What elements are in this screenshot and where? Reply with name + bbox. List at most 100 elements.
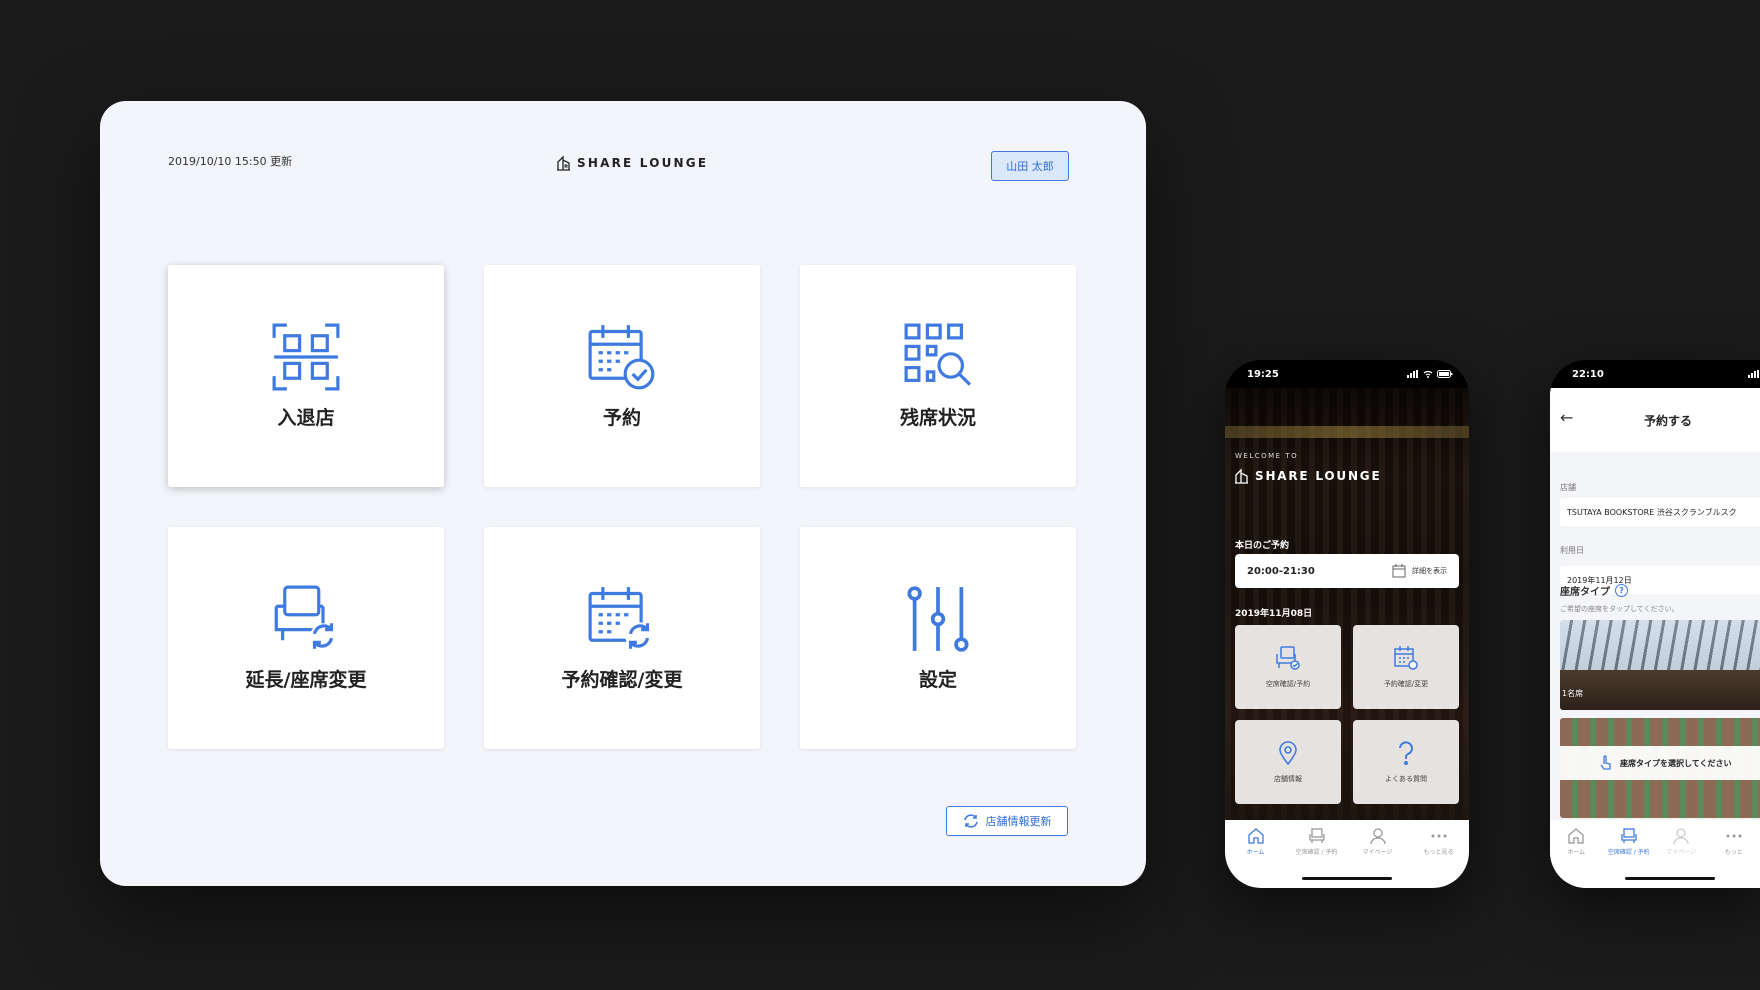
back-arrow-icon[interactable]: ←: [1560, 408, 1573, 427]
person-icon: [1673, 827, 1689, 844]
tab-home[interactable]: ホーム: [1227, 827, 1285, 856]
help-icon[interactable]: ?: [1615, 584, 1628, 597]
more-icon: [1431, 834, 1446, 837]
tablet-screen: 2019/10/10 15:50 更新 SHARE LOUNGE 山田 太郎 入…: [100, 101, 1146, 886]
reservation-confirm-card[interactable]: 予約確認/変更: [484, 527, 760, 749]
reservation-time: 20:00-21:30: [1247, 565, 1315, 577]
tab-seat-reservation[interactable]: 空席確認 / 予約: [1288, 827, 1346, 856]
seat-check-icon: [1276, 646, 1300, 670]
welcome-text: WELCOME TO: [1235, 452, 1299, 460]
tab-home[interactable]: ホーム: [1550, 827, 1603, 856]
tab-bar: ホーム 空席確認 / 予約 マイページ もっと: [1550, 820, 1760, 862]
status-time: 22:10: [1572, 368, 1604, 380]
calendar-icon: [1392, 564, 1406, 578]
date-heading: 2019年11月08日: [1235, 609, 1313, 619]
more-icon: [1726, 834, 1742, 837]
seat-availability-card[interactable]: 残席状況: [800, 265, 1076, 487]
sliders-icon: [907, 585, 969, 652]
tile-label: 店舗情報: [1274, 775, 1302, 783]
home-indicator-area: [1225, 862, 1469, 888]
home-icon: [1568, 827, 1584, 844]
seat-hint: ご希望の座席をタップしてください。: [1560, 605, 1679, 613]
reservation-card[interactable]: 予約: [484, 265, 760, 487]
seat-type-heading: 座席タイプ ?: [1560, 583, 1628, 598]
share-lounge-logo: SHARE LOUNGE: [557, 155, 708, 171]
tab-more[interactable]: もっと見る: [1410, 827, 1468, 856]
tab-seat-reservation[interactable]: 空席確認 / 予約: [1603, 827, 1656, 856]
card-label: 予約: [602, 406, 641, 429]
wifi-icon: [1423, 370, 1433, 378]
tab-my-page[interactable]: マイページ: [1655, 827, 1708, 856]
building-logo-icon: [1235, 468, 1248, 484]
seat-type-label: 1名席: [1562, 689, 1584, 698]
page-title: 予約する: [1644, 414, 1693, 428]
signal-icon: [1748, 370, 1759, 378]
tab-label: もっと見る: [1423, 848, 1454, 856]
tab-more[interactable]: もっと: [1708, 827, 1760, 856]
home-icon: [1247, 827, 1264, 844]
question-icon: [1399, 741, 1413, 765]
seat-refresh-icon: [274, 585, 336, 649]
extend-change-seat-card[interactable]: 延長/座席変更: [168, 527, 444, 749]
tab-bar: ホーム 空席確認 / 予約 マイページ もっと見る: [1225, 820, 1469, 862]
store-select[interactable]: TSUTAYA BOOKSTORE 渋谷スクランブルスク: [1560, 498, 1760, 526]
refresh-icon: [963, 814, 978, 828]
tab-label: ホーム: [1246, 848, 1265, 856]
seat-type-photo-single[interactable]: [1560, 620, 1760, 710]
calendar-check-icon: [588, 324, 655, 389]
qr-code-icon: [272, 323, 340, 390]
tab-label: 空席確認 / 予約: [1607, 848, 1650, 856]
reservation-confirm-tile[interactable]: 予約確認/変更: [1353, 625, 1459, 709]
seat-check-tile[interactable]: 空席確認/予約: [1235, 625, 1341, 709]
store-info-tile[interactable]: 店舗情報: [1235, 720, 1341, 804]
card-label: 入退店: [277, 406, 335, 429]
show-details-link[interactable]: 詳細を表示: [1392, 564, 1447, 578]
share-lounge-logo: SHARE LOUNGE: [1235, 468, 1381, 484]
today-reservation-card[interactable]: 20:00-21:30 詳細を表示: [1235, 554, 1459, 588]
user-name-button[interactable]: 山田 太郎: [991, 151, 1069, 181]
toast-text: 座席タイプを選択してください: [1620, 758, 1732, 768]
tab-label: もっと: [1724, 848, 1743, 856]
person-icon: [1369, 827, 1386, 844]
logo-text: SHARE LOUNGE: [1255, 469, 1382, 483]
home-indicator[interactable]: [1302, 877, 1392, 880]
battery-icon: [1437, 370, 1453, 378]
card-label: 設定: [918, 668, 957, 691]
today-reservation-heading: 本日のご予約: [1235, 541, 1290, 551]
phone-reserve-screen: 22:10 ← 予約する 店舗 TSUTAYA BOOKSTORE 渋谷スクラン…: [1550, 360, 1760, 888]
tile-label: 空席確認/予約: [1265, 680, 1311, 688]
faq-tile[interactable]: よくある質問: [1353, 720, 1459, 804]
status-bar: 19:25: [1225, 360, 1469, 388]
grid-search-icon: [904, 323, 972, 386]
seat-icon: [1308, 827, 1325, 843]
status-time: 19:25: [1247, 368, 1279, 380]
date-label: 利用日: [1560, 546, 1584, 555]
building-logo-icon: [557, 155, 570, 171]
last-updated-text: 2019/10/10 15:50 更新: [168, 155, 293, 168]
card-label: 予約確認/変更: [561, 668, 683, 691]
logo-text: SHARE LOUNGE: [577, 156, 709, 170]
checkin-card[interactable]: 入退店: [168, 265, 444, 487]
phone-home-screen: 19:25 WELCOME TO SHARE LOUNGE 本日のご予約 20:…: [1225, 360, 1469, 888]
signal-icon: [1407, 370, 1418, 378]
card-label: 延長/座席変更: [245, 668, 367, 691]
tab-label: マイページ: [1362, 848, 1393, 856]
store-info-refresh-button[interactable]: 店舗情報更新: [946, 806, 1068, 836]
seat-type-label: 座席タイプ: [1560, 587, 1610, 598]
home-indicator-area: [1550, 862, 1760, 888]
calendar-refresh-icon: [588, 586, 653, 650]
calendar-refresh-icon: [1394, 646, 1418, 670]
refresh-label: 店舗情報更新: [985, 815, 1052, 828]
home-indicator[interactable]: [1625, 877, 1715, 880]
store-label: 店舗: [1560, 483, 1576, 492]
nav-bar: ← 予約する: [1550, 388, 1760, 452]
select-seat-toast: 座席タイプを選択してください: [1560, 746, 1760, 780]
tile-label: よくある質問: [1385, 775, 1427, 783]
tap-hand-icon: [1600, 755, 1611, 770]
status-bar: 22:10: [1550, 360, 1760, 388]
tab-label: ホーム: [1567, 848, 1586, 856]
seat-icon: [1621, 827, 1637, 843]
settings-card[interactable]: 設定: [800, 527, 1076, 749]
card-label: 残席状況: [899, 406, 976, 429]
tab-my-page[interactable]: マイページ: [1349, 827, 1407, 856]
